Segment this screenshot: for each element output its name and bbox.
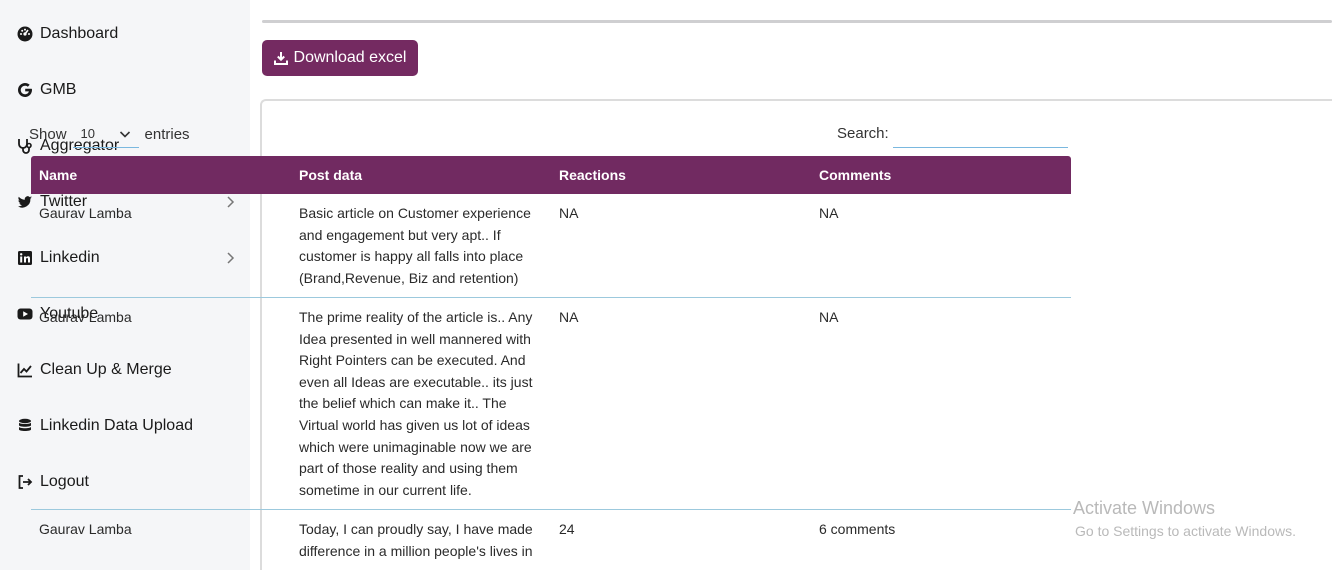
data-table: Name Post data Reactions Comments Gaurav… [31, 156, 1071, 570]
table-header: Name Post data Reactions Comments [31, 156, 1071, 194]
cell-name: Gaurav Lamba [39, 205, 132, 221]
google-icon [16, 81, 34, 99]
activate-windows-subtitle: Go to Settings to activate Windows. [1075, 523, 1296, 539]
sidebar-item-dashboard[interactable]: Dashboard [16, 22, 238, 46]
cell-post-data-wrap: Basic article on Customer experience and… [291, 194, 551, 297]
cell-post-data: Basic article on Customer experience and… [299, 205, 531, 286]
download-excel-label: Download excel [293, 49, 407, 66]
cell-comments: NA [819, 205, 839, 221]
cell-name: Gaurav Lamba [39, 309, 132, 325]
tachometer-icon [16, 25, 34, 43]
activate-windows-title: Activate Windows [1073, 498, 1216, 518]
chevron-down-icon [119, 130, 130, 138]
search-input[interactable] [892, 118, 1068, 148]
column-header-reactions[interactable]: Reactions [551, 167, 811, 183]
sidebar-item-label: GMB [40, 81, 77, 98]
cell-post-data-wrap: Today, I can proudly say, I have made di… [291, 510, 551, 570]
cell-name: Gaurav Lamba [39, 521, 132, 537]
download-icon [273, 52, 288, 65]
cell-reactions: 24 [559, 521, 575, 537]
entries-select[interactable]: 10 [72, 120, 139, 148]
column-header-post-data[interactable]: Post data [291, 167, 551, 183]
divider [262, 20, 1332, 23]
cell-comments: NA [819, 309, 839, 325]
entries-select-value: 10 [80, 126, 95, 141]
sidebar-item-label: Dashboard [40, 25, 119, 42]
table-row: Gaurav Lamba The prime reality of the ar… [31, 298, 1071, 510]
cell-post-data: Today, I can proudly say, I have made di… [299, 521, 533, 559]
cell-comments: 6 comments [819, 521, 896, 537]
table-row: Gaurav Lamba Today, I can proudly say, I… [31, 510, 1071, 570]
cell-reactions: NA [559, 309, 579, 325]
show-label: Show [29, 125, 67, 143]
entries-length-control: Show 10 entries [29, 120, 190, 148]
column-header-name[interactable]: Name [31, 167, 291, 183]
download-excel-button[interactable]: Download excel [262, 40, 418, 76]
table-search: Search: [837, 118, 1068, 148]
column-header-comments[interactable]: Comments [811, 167, 1071, 183]
entries-label: entries [144, 125, 190, 143]
cell-post-data-wrap: The prime reality of the article is.. An… [291, 298, 551, 509]
cell-reactions: NA [559, 205, 579, 221]
cell-post-data: The prime reality of the article is.. An… [299, 309, 533, 498]
sidebar-item-gmb[interactable]: GMB [16, 78, 238, 102]
search-label: Search: [837, 124, 889, 142]
table-row: Gaurav Lamba Basic article on Customer e… [31, 194, 1071, 298]
